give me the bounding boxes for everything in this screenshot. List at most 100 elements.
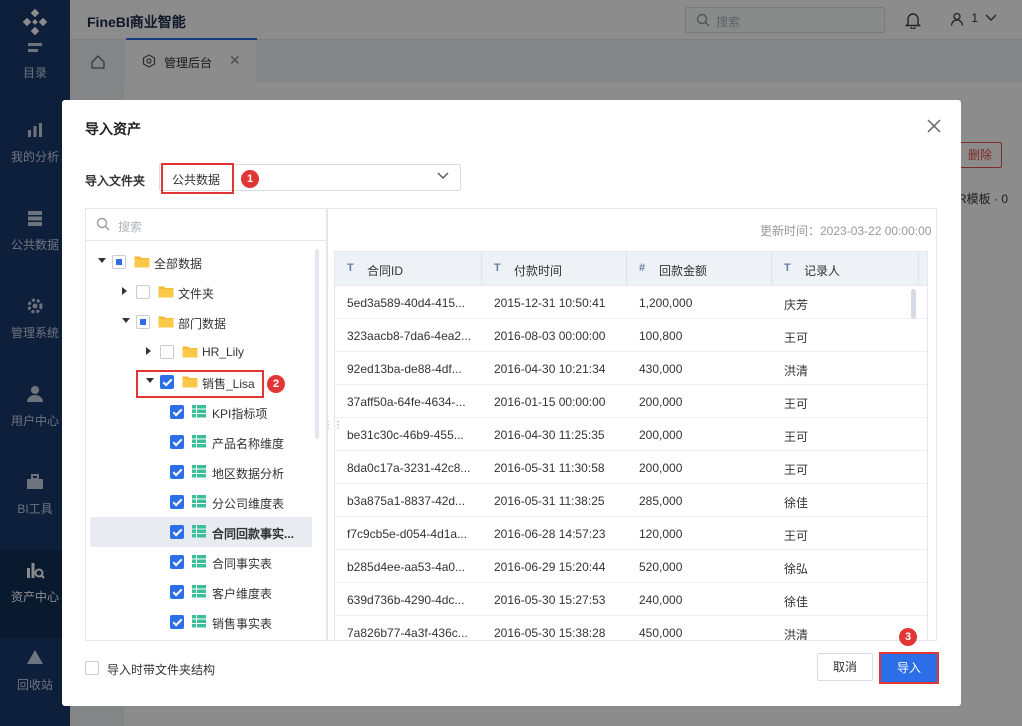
table-icon xyxy=(192,525,206,538)
table-cell: 430,000 xyxy=(639,362,683,376)
table-cell: 639d736b-4290-4dc... xyxy=(347,593,465,607)
table-cell: b285d4ee-aa53-4a0... xyxy=(347,560,466,574)
tree-item-checkbox[interactable] xyxy=(170,495,184,509)
caret-down-icon[interactable] xyxy=(122,318,130,323)
table-cell: 徐佳 xyxy=(784,496,809,510)
tree-item-label: KPI指标项 xyxy=(212,407,268,421)
table-cell: 王可 xyxy=(784,331,809,345)
tree-item-label: 客户维度表 xyxy=(212,587,273,601)
asset-tree-panel: 搜索 全部数据 文件夹 部门数据 HR_Lily 销售_Lisa KPI指标项 产品名称维度… xyxy=(85,208,327,641)
column-header[interactable]: T 记录人 xyxy=(772,252,919,286)
highlight-box-import xyxy=(879,652,939,684)
tree-item[interactable]: 产品名称维度 xyxy=(90,427,312,457)
table-cell: 2016-04-30 10:21:34 xyxy=(494,362,606,376)
table-cell: 1,200,000 xyxy=(639,296,693,310)
tree-item-label: 部门数据 xyxy=(178,317,227,331)
table-icon xyxy=(192,495,206,508)
tree-item-label: 产品名称维度 xyxy=(212,437,285,451)
tree-scrollbar[interactable] xyxy=(315,249,319,439)
tree-item-checkbox[interactable] xyxy=(170,585,184,599)
tree-item[interactable]: HR_Lily xyxy=(90,337,312,367)
column-header-label: 记录人 xyxy=(804,264,841,278)
tree-item-label: 销售事实表 xyxy=(212,617,273,631)
tree-item[interactable]: 分公司维度表 xyxy=(90,487,312,517)
search-icon xyxy=(96,217,110,231)
table-cell: 200,000 xyxy=(639,428,683,442)
table-cell: 王可 xyxy=(784,529,809,543)
table-row: 8da0c17a-3231-42c8... 2016-05-31 11:30:58… xyxy=(335,451,927,484)
table-cell: 2016-05-30 15:38:28 xyxy=(494,626,606,640)
tree-item-checkbox[interactable] xyxy=(160,345,174,359)
table-cell: be31c30c-46b9-455... xyxy=(347,428,464,442)
highlight-box-folder xyxy=(161,163,234,194)
folder-icon xyxy=(182,345,198,358)
tree-item-checkbox[interactable] xyxy=(170,615,184,629)
tree-item[interactable]: 合同回款事实... xyxy=(90,517,312,547)
tree-item-checkbox[interactable] xyxy=(112,255,126,269)
tree-item-checkbox[interactable] xyxy=(170,405,184,419)
table-cell: 2016-06-28 14:57:23 xyxy=(494,527,606,541)
import-asset-dialog: 导入资产 导入文件夹 公共数据 1 搜索 全部数据 文件夹 部门数据 HR_Lily 销… xyxy=(62,100,961,706)
tree-item-label: 分公司维度表 xyxy=(212,497,285,511)
table-cell: 2016-04-30 11:25:35 xyxy=(494,428,605,442)
table-row: b285d4ee-aa53-4a0... 2016-06-29 15:20:44 5… xyxy=(335,550,927,583)
keep-folder-structure-checkbox[interactable] xyxy=(85,661,99,675)
tree-item-checkbox[interactable] xyxy=(136,285,150,299)
tree-item-label: 文件夹 xyxy=(178,287,215,301)
tree-item-checkbox[interactable] xyxy=(170,465,184,479)
tree-item[interactable]: KPI指标项 xyxy=(90,397,312,427)
tree-item-checkbox[interactable] xyxy=(170,435,184,449)
column-header[interactable]: T 合同ID xyxy=(335,252,482,286)
step-badge-3: 3 xyxy=(899,628,917,646)
table-icon xyxy=(192,555,206,568)
table-cell: 2015-12-31 10:50:41 xyxy=(494,296,606,310)
table-cell: 徐弘 xyxy=(784,562,809,576)
caret-down-icon[interactable] xyxy=(98,258,106,263)
tree-item-label: 全部数据 xyxy=(154,257,203,271)
table-scrollbar[interactable] xyxy=(911,289,916,319)
column-header-label: 付款时间 xyxy=(514,264,563,278)
folder-icon xyxy=(158,315,174,328)
tree-item[interactable]: 文件夹 xyxy=(90,277,312,307)
number-type-icon: # xyxy=(639,262,646,274)
table-row: 92ed13ba-de88-4df... 2016-04-30 10:21:34 4… xyxy=(335,352,927,385)
table-cell: 5ed3a589-40d4-415... xyxy=(347,296,466,310)
tree-item-checkbox[interactable] xyxy=(170,555,184,569)
tree-item-checkbox[interactable] xyxy=(170,525,184,539)
folder-icon xyxy=(158,285,174,298)
tree-item-checkbox[interactable] xyxy=(136,315,150,329)
table-cell: 2016-05-30 15:27:53 xyxy=(494,593,606,607)
preview-panel: 更新时间：2023-03-22 00:00:00 T 合同ID T 付款时间 # 回款金额… xyxy=(327,208,937,641)
close-icon[interactable] xyxy=(924,116,944,136)
table-cell: 120,000 xyxy=(639,527,683,541)
table-cell: 洪清 xyxy=(784,628,809,641)
column-header[interactable]: # 回款金额 xyxy=(627,252,772,286)
table-row: 323aacb8-7da6-4ea2... 2016-08-03 00:00:00… xyxy=(335,319,927,352)
step-badge-2: 2 xyxy=(267,375,285,393)
chevron-down-icon xyxy=(437,172,449,179)
tree-item[interactable]: 客户维度表 xyxy=(90,577,312,607)
tree-item[interactable]: 合同事实表 xyxy=(90,547,312,577)
tree-item[interactable]: 销售事实表 xyxy=(90,607,312,637)
table-icon xyxy=(192,615,206,628)
table-icon xyxy=(192,585,206,598)
table-cell: f7c9cb5e-d054-4d1a... xyxy=(347,527,468,541)
table-icon xyxy=(192,405,206,418)
table-cell: 37aff50a-64fe-4634-... xyxy=(347,395,466,409)
table-row: b3a875a1-8837-42d... 2016-05-31 11:38:25 2… xyxy=(335,484,927,517)
import-folder-label: 导入文件夹 xyxy=(85,174,146,188)
tree-search-input[interactable]: 搜索 xyxy=(86,209,326,241)
caret-right-icon[interactable] xyxy=(146,347,151,355)
tree-item-label: 合同事实表 xyxy=(212,557,273,571)
column-header[interactable]: T 付款时间 xyxy=(482,252,627,286)
table-row: 37aff50a-64fe-4634-... 2016-01-15 00:00:0… xyxy=(335,385,927,418)
caret-right-icon[interactable] xyxy=(122,287,127,295)
column-header-label: 回款金额 xyxy=(659,264,708,278)
tree-item[interactable]: 全部数据 xyxy=(90,247,312,277)
tree-item[interactable]: 部门数据 xyxy=(90,307,312,337)
tree-item[interactable]: 地区数据分析 xyxy=(90,457,312,487)
table-cell: 200,000 xyxy=(639,395,683,409)
cancel-button[interactable]: 取消 xyxy=(817,653,873,681)
table-cell: 8da0c17a-3231-42c8... xyxy=(347,461,471,475)
table-cell: 2016-06-29 15:20:44 xyxy=(494,560,606,574)
